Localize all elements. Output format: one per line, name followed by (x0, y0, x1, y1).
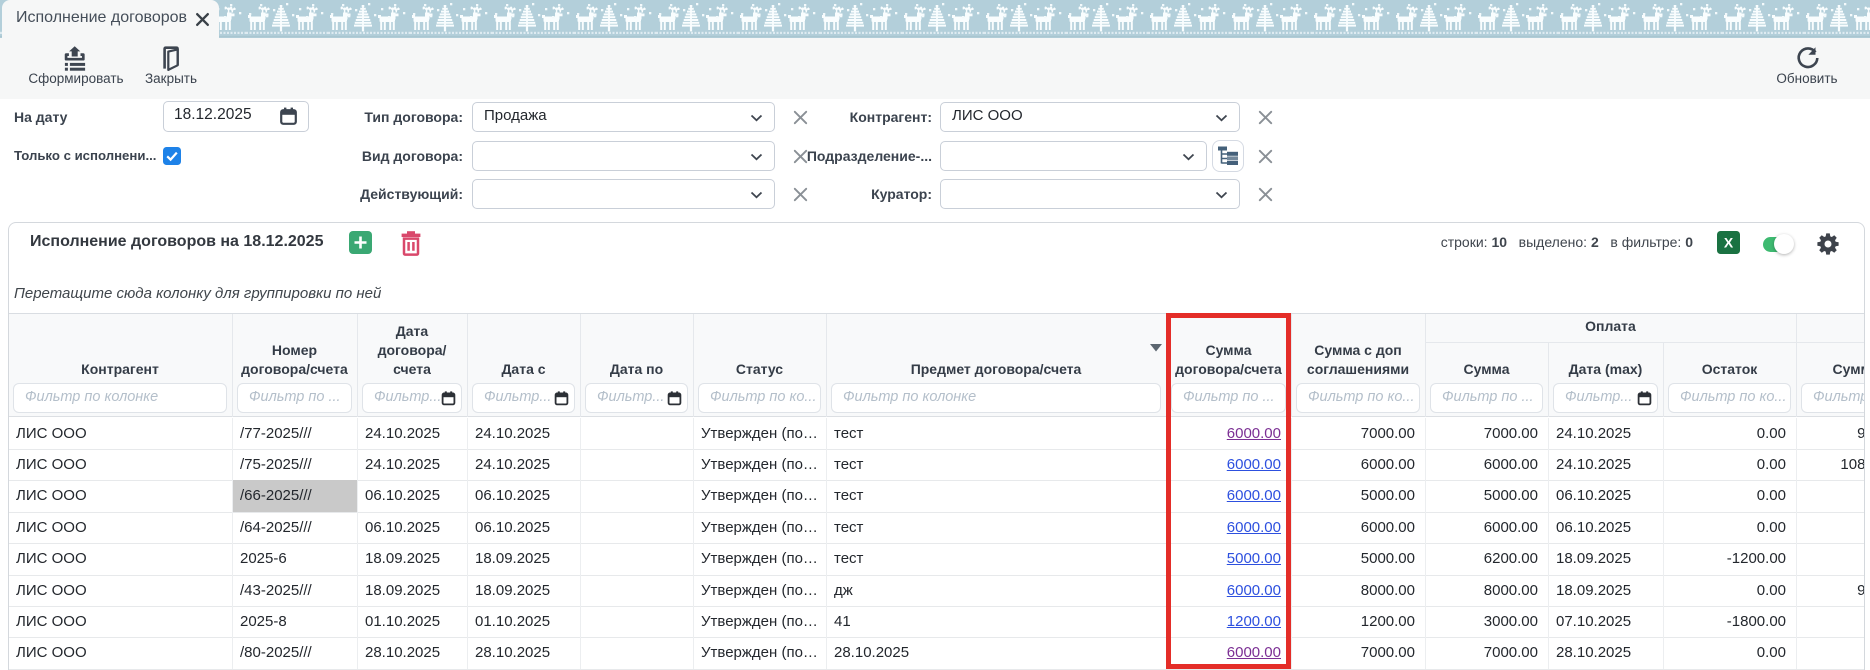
svg-text:X: X (1724, 235, 1734, 251)
